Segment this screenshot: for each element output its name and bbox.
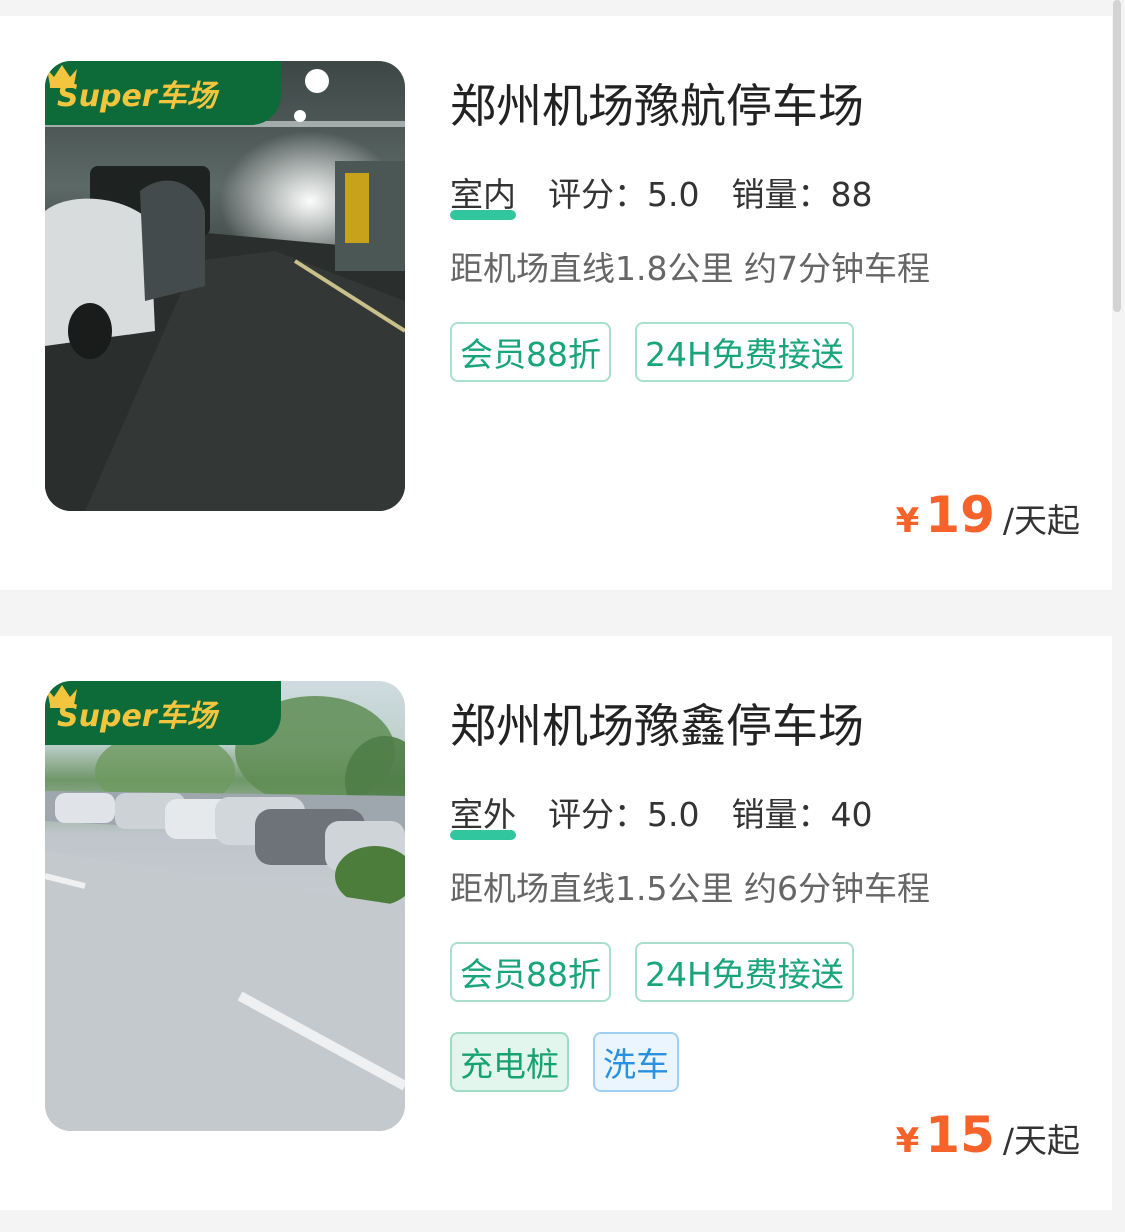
- parking-lot-meta: 室外 评分：5.0 销量：40: [450, 788, 873, 840]
- lot-sales: 销量：40: [731, 795, 873, 834]
- badge-label: Super车场: [57, 79, 217, 114]
- lot-type-text: 室内: [450, 175, 516, 214]
- crown-icon: [47, 65, 77, 88]
- lot-price: ¥ 19 /天起: [896, 486, 1080, 544]
- lot-price: ¥ 15 /天起: [896, 1106, 1080, 1164]
- tag-charging-pile: 充电桩: [450, 1032, 569, 1092]
- super-lot-badge: Super车场: [45, 681, 281, 745]
- lot-type-label: 室内: [450, 168, 516, 220]
- lot-distance: 距机场直线1.5公里 约6分钟车程: [450, 869, 930, 908]
- price-currency: ¥: [895, 1121, 920, 1161]
- scrollbar[interactable]: [1113, 0, 1121, 312]
- lot-rating: 评分：5.0: [548, 175, 700, 214]
- parking-lot-card[interactable]: Super车场 郑州机场豫航停车场 室内 评分：5.0 销量：88 距机场直线1…: [0, 16, 1112, 590]
- parking-lot-card[interactable]: Super车场 郑州机场豫鑫停车场 室外 评分：5.0 销量：40 距机场直线1…: [0, 636, 1112, 1210]
- parking-lot-photo: Super车场: [45, 61, 405, 511]
- super-lot-badge: Super车场: [45, 61, 281, 125]
- indoor-garage-illustration: [45, 69, 405, 511]
- price-unit: /天起: [1002, 501, 1080, 540]
- parking-lot-name[interactable]: 郑州机场豫航停车场: [450, 70, 864, 136]
- price-currency: ¥: [895, 501, 920, 541]
- lot-distance: 距机场直线1.8公里 约7分钟车程: [450, 249, 930, 288]
- price-value: 19: [925, 486, 995, 544]
- lot-sales: 销量：88: [731, 175, 873, 214]
- outdoor-lot-illustration: [45, 696, 405, 1131]
- lot-rating: 评分：5.0: [548, 795, 700, 834]
- tag-member-discount: 会员88折: [450, 942, 611, 1002]
- lot-tags: 会员88折 24H免费接送: [450, 322, 878, 382]
- lot-type-text: 室外: [450, 795, 516, 834]
- lot-service-tags: 充电桩 洗车: [450, 1032, 703, 1092]
- price-unit: /天起: [1002, 1121, 1080, 1160]
- crown-icon: [47, 685, 77, 708]
- tag-car-wash: 洗车: [593, 1032, 679, 1092]
- tag-member-discount: 会员88折: [450, 322, 611, 382]
- tag-free-shuttle: 24H免费接送: [635, 322, 854, 382]
- parking-lot-meta: 室内 评分：5.0 销量：88: [450, 168, 873, 220]
- badge-label: Super车场: [57, 699, 217, 734]
- lot-tags: 会员88折 24H免费接送: [450, 942, 878, 1002]
- parking-lot-name[interactable]: 郑州机场豫鑫停车场: [450, 690, 864, 756]
- price-value: 15: [925, 1106, 995, 1164]
- tag-free-shuttle: 24H免费接送: [635, 942, 854, 1002]
- parking-lot-photo: Super车场: [45, 681, 405, 1131]
- lot-type-label: 室外: [450, 788, 516, 840]
